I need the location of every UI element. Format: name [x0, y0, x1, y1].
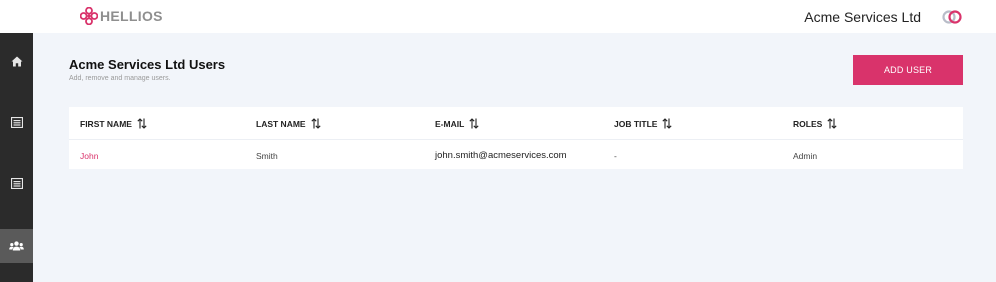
cell-job-title: -: [614, 151, 617, 161]
column-header-last-name[interactable]: LAST NAME: [256, 118, 321, 129]
sort-icon: [662, 118, 673, 129]
column-header-label: JOB TITLE: [614, 118, 658, 129]
cell-first-name-link[interactable]: John: [80, 151, 98, 161]
sidebar: [0, 0, 33, 282]
users-table: FIRST NAME LAST NAME E-MAIL JOB TITLE RO…: [69, 107, 963, 169]
sidebar-item-list-1[interactable]: [0, 107, 33, 137]
sidebar-item-list-2[interactable]: [0, 168, 33, 198]
sort-icon: [827, 118, 837, 129]
hellios-logo-icon: [80, 7, 98, 25]
column-header-label: ROLES: [793, 118, 823, 129]
column-header-label: FIRST NAME: [80, 118, 132, 129]
cell-roles: Admin: [793, 151, 818, 161]
account-toggle[interactable]: [942, 10, 962, 29]
sort-icon: [137, 118, 147, 129]
column-header-label: E-MAIL: [435, 118, 465, 129]
table-header: FIRST NAME LAST NAME E-MAIL JOB TITLE RO…: [69, 107, 963, 140]
page-title: Acme Services Ltd Users: [69, 57, 226, 72]
sort-icon: [311, 118, 321, 129]
column-header-label: LAST NAME: [256, 118, 306, 129]
cell-email: john.smith@acmeservices.com: [435, 150, 567, 161]
list-icon: [10, 177, 23, 189]
page-subtitle: Add, remove and manage users.: [69, 75, 171, 82]
column-header-roles[interactable]: ROLES: [793, 118, 837, 129]
sidebar-item-home[interactable]: [0, 46, 33, 76]
column-header-email[interactable]: E-MAIL: [435, 118, 479, 129]
brand-logo[interactable]: HELLIOS: [80, 7, 163, 25]
cell-last-name: Smith: [256, 151, 278, 161]
brand-name: HELLIOS: [100, 8, 163, 24]
sort-icon: [469, 118, 479, 129]
sidebar-item-users[interactable]: [0, 229, 33, 263]
column-header-first-name[interactable]: FIRST NAME: [80, 118, 147, 129]
users-icon: [9, 241, 24, 251]
organization-name: Acme Services Ltd: [804, 9, 921, 25]
column-header-job-title[interactable]: JOB TITLE: [614, 118, 673, 129]
sidebar-top: [0, 0, 33, 33]
list-icon: [10, 116, 23, 128]
add-user-button[interactable]: ADD USER: [853, 55, 963, 85]
account-switch-icon: [942, 10, 962, 24]
home-icon: [11, 56, 22, 66]
top-bar: HELLIOS Acme Services Ltd: [33, 0, 996, 33]
